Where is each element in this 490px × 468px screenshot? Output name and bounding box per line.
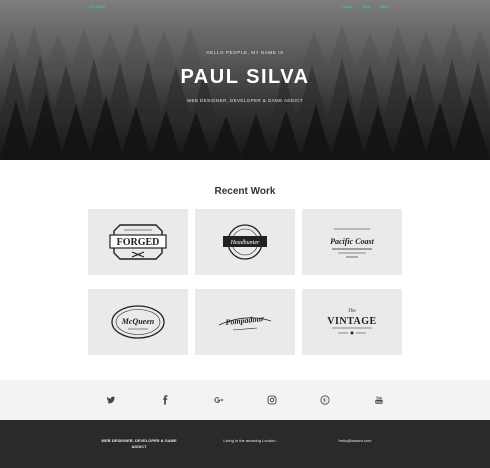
brand-logo[interactable]: Portfolio [89, 4, 105, 9]
hero-tagline: WEB DESIGNER, DEVELOPER & GAME ADDICT [186, 98, 304, 103]
hero-greeting: HELLO PEOPLE, MY NAME IS [206, 50, 284, 55]
nav-link-blog[interactable]: Blog [380, 4, 388, 9]
pacific-coast-logo: Pacific Coast [330, 228, 375, 258]
instagram-icon[interactable] [265, 393, 279, 407]
forged-logo: FORGED [109, 224, 167, 260]
work-item-pacific-coast[interactable]: Pacific Coast [302, 209, 402, 275]
pompadour-logo: Pompadour [218, 314, 272, 331]
svg-text:You: You [376, 396, 382, 400]
footer-location: Living in the amazing London. [223, 438, 277, 443]
work-item-headhunter[interactable]: Headhunter [195, 209, 295, 275]
work-item-forged[interactable]: FORGED [88, 209, 188, 275]
work-item-vintage[interactable]: The VINTAGE [302, 289, 402, 355]
footer-email-link[interactable]: hello@instant.com [320, 438, 390, 443]
pacific-coast-logo-text: Pacific Coast [330, 237, 375, 246]
hero-section: Portfolio Home Work Blog HELLO PEOPLE, M… [0, 0, 490, 160]
headhunter-logo-text: Headhunter [230, 240, 260, 246]
vintage-logo-text: VINTAGE [327, 316, 376, 327]
work-item-pompadour[interactable]: Pompadour [195, 289, 295, 355]
headhunter-logo: Headhunter [223, 224, 267, 260]
pompadour-logo-text: Pompadour [225, 314, 265, 327]
top-nav: Home Work Blog [342, 4, 388, 9]
svg-text:The: The [348, 309, 356, 314]
facebook-icon[interactable] [158, 393, 172, 407]
nav-link-work[interactable]: Work [362, 4, 371, 9]
pinterest-icon[interactable] [318, 393, 332, 407]
svg-text:Tube: Tube [376, 400, 383, 404]
nav-link-home[interactable]: Home [342, 4, 353, 9]
google-plus-icon[interactable] [212, 393, 226, 407]
work-grid: FORGED Headhunter Pacific Coast McQueen [88, 209, 402, 355]
hero-name: PAUL SILVA [180, 66, 310, 88]
work-item-mcqueen[interactable]: McQueen [88, 289, 188, 355]
vintage-logo: The VINTAGE [327, 309, 376, 335]
social-bar: You Tube [0, 380, 490, 420]
mcqueen-logo-text: McQueen [121, 317, 155, 326]
forged-logo-text: FORGED [117, 237, 160, 248]
mcqueen-logo: McQueen [111, 305, 165, 339]
youtube-icon[interactable]: You Tube [372, 393, 386, 407]
recent-work-heading: Recent Work [214, 186, 276, 197]
footer: WEB DESIGNER, DEVELOPER & GAME ADDICT Li… [0, 420, 490, 468]
twitter-icon[interactable] [104, 393, 118, 407]
footer-about: WEB DESIGNER, DEVELOPER & GAME ADDICT [101, 438, 177, 449]
